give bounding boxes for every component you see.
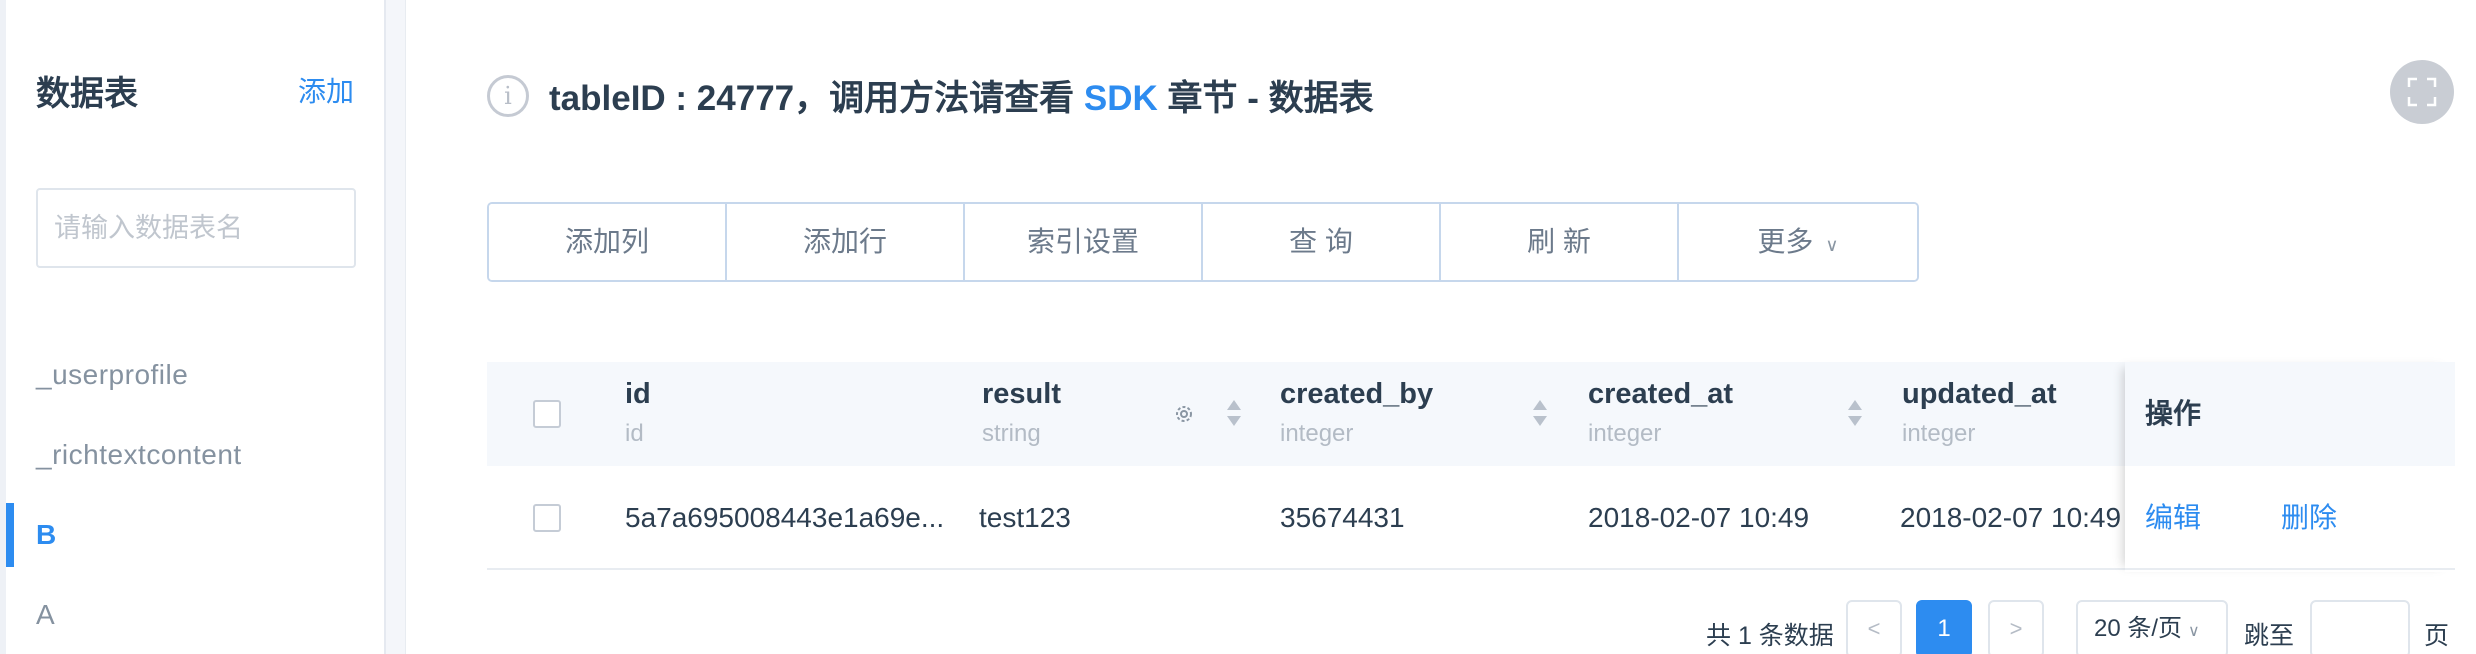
column-header-name: created_at xyxy=(1588,378,1734,410)
page-number-button[interactable]: 1 xyxy=(1916,600,1972,654)
action-column: 操作 编辑 删除 xyxy=(2125,362,2455,572)
fullscreen-button[interactable] xyxy=(2390,60,2454,124)
table-search-input[interactable] xyxy=(36,188,356,268)
edit-link[interactable]: 编辑 xyxy=(2145,466,2201,570)
chevron-left-icon: < xyxy=(1867,616,1881,641)
index-settings-button[interactable]: 索引设置 xyxy=(965,204,1203,280)
sidebar-gutter xyxy=(386,0,406,654)
table-toolbar: 添加列 添加行 索引设置 查 询 刷 新 更多 ∨ xyxy=(487,202,1919,282)
table-list-item-active[interactable]: B xyxy=(6,495,384,575)
action-header: 操作 xyxy=(2125,362,2455,466)
fullscreen-icon xyxy=(2407,77,2437,107)
jump-page-input[interactable] xyxy=(2310,600,2410,654)
sdk-link[interactable]: SDK xyxy=(1084,79,1158,118)
delete-link[interactable]: 删除 xyxy=(2281,466,2337,570)
total-count: 共 1 条数据 xyxy=(1706,622,1834,650)
select-all-checkbox[interactable] xyxy=(533,400,561,428)
sort-icon[interactable] xyxy=(1848,400,1862,430)
more-label: 更多 xyxy=(1757,226,1814,257)
sort-icon[interactable] xyxy=(1227,400,1241,430)
row-checkbox[interactable] xyxy=(533,504,561,532)
next-page-button[interactable]: > xyxy=(1988,600,2044,654)
query-button[interactable]: 查 询 xyxy=(1203,204,1441,280)
table-info-header: i tableID : 24777，调用方法请查看 SDK 章节 - 数据表 xyxy=(487,70,1374,121)
more-dropdown[interactable]: 更多 ∨ xyxy=(1679,204,1917,280)
table-list-item[interactable]: _richtextcontent xyxy=(6,415,384,495)
info-circle-icon: i xyxy=(487,74,529,117)
column-header-type: integer xyxy=(1280,420,1354,447)
chevron-right-icon: > xyxy=(2009,616,2023,641)
cell-created-at: 2018-02-07 10:49 xyxy=(1588,502,1810,533)
column-header-name: created_by xyxy=(1280,378,1434,410)
sidebar-title: 数据表 xyxy=(36,75,138,113)
refresh-button[interactable]: 刷 新 xyxy=(1441,204,1679,280)
chevron-down-icon: ∨ xyxy=(2188,623,2200,640)
column-header-name: id xyxy=(625,378,651,410)
chevron-down-icon: ∨ xyxy=(1825,235,1839,255)
column-header-type: integer xyxy=(1588,420,1662,447)
table-info-text: tableID : 24777，调用方法请查看 SDK 章节 - 数据表 xyxy=(549,70,1374,121)
column-header-type: integer xyxy=(1902,420,1976,447)
column-header-type: id xyxy=(625,420,644,447)
cell-result: test123 xyxy=(979,502,1071,533)
action-cell: 编辑 删除 xyxy=(2125,466,2455,570)
cell-id: 5a7a695008443e1a69e... xyxy=(625,502,945,533)
page-unit-label: 页 xyxy=(2424,622,2450,650)
sort-icon[interactable] xyxy=(1533,400,1547,430)
table-list-item[interactable]: _userprofile xyxy=(6,335,384,415)
gear-icon[interactable] xyxy=(1173,403,1195,425)
add-table-button[interactable]: 添加 xyxy=(298,70,354,110)
data-table: id id result string created_by integer c… xyxy=(487,362,2455,572)
column-header-name: updated_at xyxy=(1902,378,2057,410)
cell-created-by: 35674431 xyxy=(1280,502,1405,533)
add-column-button[interactable]: 添加列 xyxy=(489,204,727,280)
table-info-prefix: tableID : 24777，调用方法请查看 xyxy=(549,79,1084,118)
prev-page-button[interactable]: < xyxy=(1846,600,1902,654)
column-header-type: string xyxy=(982,420,1041,447)
pagination: 共 1 条数据 < 1 > 20 条/页 ∨ 跳至 页 xyxy=(0,600,2476,654)
page-size-value: 20 条/页 xyxy=(2094,615,2183,642)
sidebar: 数据表 添加 _userprofile _richtextcontent B A xyxy=(6,0,386,654)
column-header-name: result xyxy=(982,378,1061,410)
page-size-select[interactable]: 20 条/页 ∨ xyxy=(2076,600,2228,654)
table-info-suffix: 章节 - 数据表 xyxy=(1157,79,1374,118)
add-row-button[interactable]: 添加行 xyxy=(727,204,965,280)
jump-label: 跳至 xyxy=(2244,622,2295,650)
cell-updated-at: 2018-02-07 10:49 xyxy=(1900,502,2122,533)
